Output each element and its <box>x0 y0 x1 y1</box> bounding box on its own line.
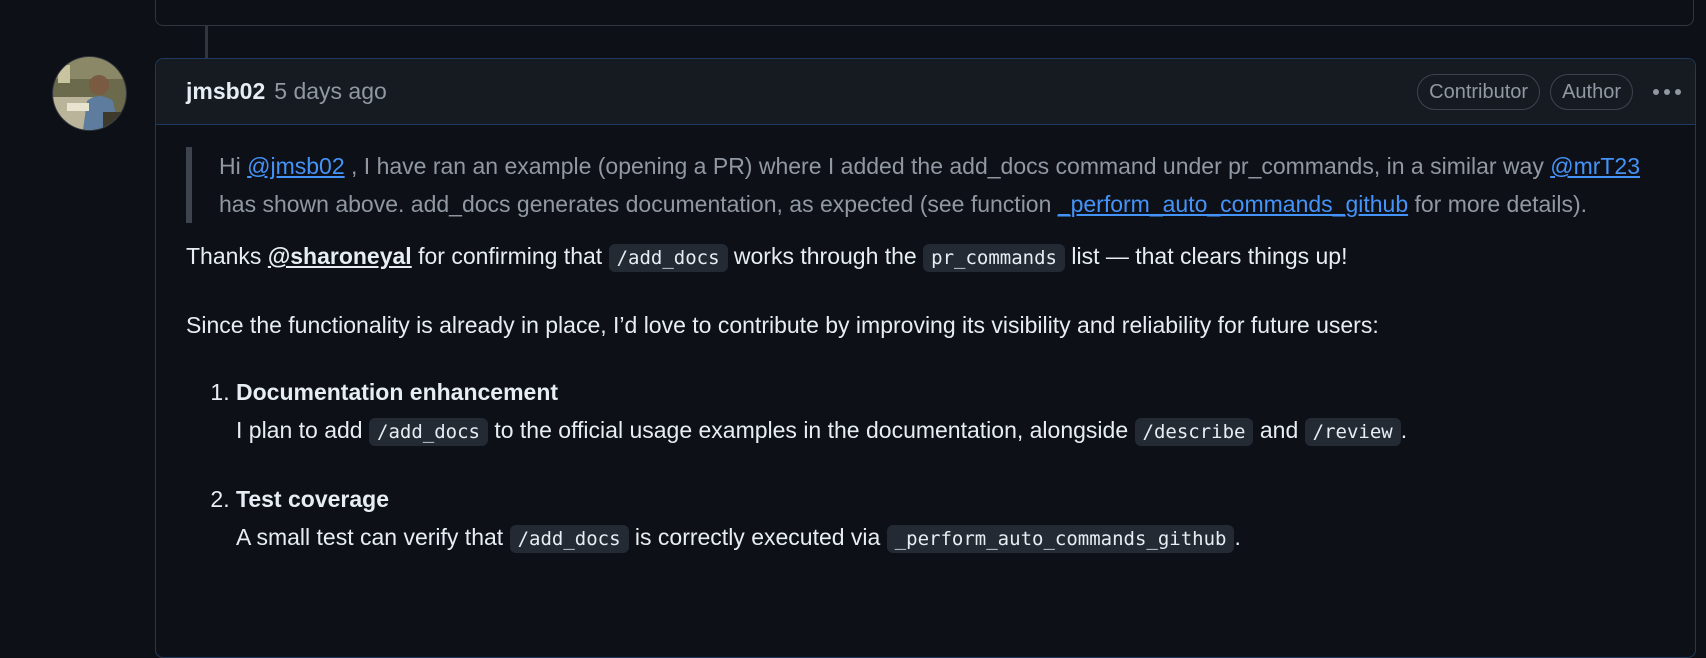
mention-sharoneyal[interactable]: @sharoneyal <box>268 243 412 269</box>
quote-text: has shown above. add_docs generates docu… <box>219 191 1058 217</box>
list-item-text: . <box>1400 417 1408 443</box>
timeline-connector <box>205 26 208 58</box>
paragraph-text: Thanks <box>186 243 268 269</box>
list-item: Test coverage A small test can verify th… <box>236 480 1665 558</box>
list-item-text: . <box>1234 524 1241 550</box>
mention-mrt23[interactable]: @mrT23 <box>1550 153 1640 179</box>
kebab-horizontal-icon <box>1653 88 1681 95</box>
comment-header: jmsb02 5 days ago Contributor Author <box>156 59 1695 125</box>
paragraph-text: list — that clears things up! <box>1064 243 1348 269</box>
inline-code: /add_docs <box>369 418 488 446</box>
previous-comment-box <box>155 0 1694 26</box>
inline-code: /add_docs <box>608 244 728 272</box>
quote-text: for more details). <box>1408 191 1588 217</box>
paragraph-text: for confirming that <box>411 243 609 269</box>
inline-code: _perform_auto_commands_github <box>886 525 1235 553</box>
quote-text: Hi <box>219 153 248 179</box>
intro-paragraph: Since the functionality is already in pl… <box>186 312 1379 338</box>
comment-timestamp[interactable]: 5 days ago <box>274 78 387 105</box>
avatar-photo-icon <box>53 57 126 130</box>
comment-options-button[interactable] <box>1647 74 1687 110</box>
list-item-text: A small test can verify that <box>236 524 510 550</box>
list-item-title: Documentation enhancement <box>236 379 559 405</box>
thanks-paragraph: Thanks @sharoneyal for confirming that /… <box>186 237 1665 277</box>
quote-text: , I have ran an example (opening a PR) w… <box>344 153 1551 179</box>
list-item-text: to the official usage examples in the do… <box>487 417 1135 443</box>
inline-code: /add_docs <box>509 525 629 553</box>
inline-code: /describe <box>1134 418 1254 446</box>
contributor-badge: Contributor <box>1417 73 1541 110</box>
list-item: Documentation enhancement I plan to add … <box>236 373 1665 451</box>
list-item-text: I plan to add <box>236 417 369 443</box>
author-badge: Author <box>1550 73 1633 110</box>
list-item-text: and <box>1253 417 1305 443</box>
comment-body: Hi @jmsb02 , I have ran an example (open… <box>156 125 1695 558</box>
paragraph-text: works through the <box>727 243 924 269</box>
comment-card: jmsb02 5 days ago Contributor Author Hi … <box>155 58 1696 658</box>
function-link[interactable]: _perform_auto_commands_github <box>1058 191 1408 217</box>
avatar[interactable] <box>53 57 126 130</box>
comment-author[interactable]: jmsb02 <box>186 78 265 105</box>
inline-code: pr_commands <box>923 244 1065 272</box>
inline-code: /review <box>1304 418 1401 446</box>
list-item-title: Test coverage <box>236 486 389 512</box>
contribution-list: Documentation enhancement I plan to add … <box>186 373 1665 558</box>
list-item-text: is correctly executed via <box>628 524 887 550</box>
mention-jmsb02[interactable]: @jmsb02 <box>247 153 345 179</box>
quoted-reply: Hi @jmsb02 , I have ran an example (open… <box>186 147 1665 223</box>
